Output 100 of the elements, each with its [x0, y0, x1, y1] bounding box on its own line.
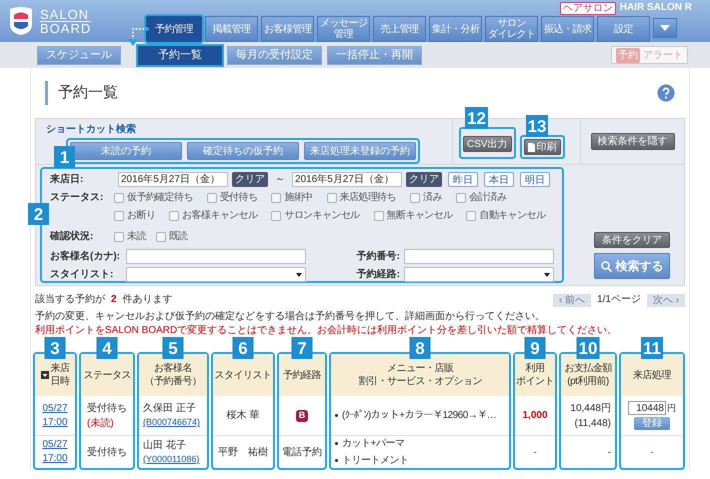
- sort-icon[interactable]: [40, 371, 48, 379]
- route-text: 電話予約: [282, 446, 322, 460]
- customer-name: 山田 花子: [143, 438, 186, 453]
- time-link[interactable]: 17:00: [42, 416, 68, 430]
- points-value: -: [533, 446, 537, 460]
- checkbox[interactable]: [114, 192, 124, 202]
- column-label: 予約経路: [283, 368, 321, 382]
- points-value: 1,000: [522, 409, 548, 423]
- checkbox-label: 無断キャンセル: [386, 208, 452, 223]
- checkbox[interactable]: [169, 210, 180, 220]
- quick-date-button[interactable]: 昨日: [448, 172, 478, 187]
- search-button[interactable]: 検索する: [594, 253, 670, 279]
- nav-tab[interactable]: お客様管理: [261, 16, 314, 42]
- checkbox[interactable]: [410, 192, 420, 202]
- subnav-tab[interactable]: 毎月の受付設定: [227, 46, 322, 64]
- csv-export-button[interactable]: CSV出力: [463, 136, 512, 152]
- clear-date-button[interactable]: クリア: [406, 172, 442, 187]
- reservation-number-link[interactable]: (B000746674): [143, 416, 200, 430]
- callout-number: 12: [465, 107, 488, 129]
- customer-name-field[interactable]: [126, 249, 306, 264]
- nav-tab[interactable]: 振込・請求: [541, 16, 594, 42]
- date-link[interactable]: 05/27: [42, 402, 68, 416]
- checkbox-label: 既読: [168, 230, 188, 244]
- alert-badge: 予約: [616, 48, 640, 62]
- logo-text: BOARD: [40, 20, 92, 34]
- callout-number: 10: [576, 337, 600, 359]
- callout-number: 11: [641, 337, 663, 359]
- nav-tab[interactable]: 売上管理: [373, 16, 426, 42]
- clear-date-button[interactable]: クリア: [232, 172, 268, 187]
- stylist-select[interactable]: [126, 267, 306, 282]
- checkbox[interactable]: [206, 192, 217, 202]
- shop-name: HAIR SALON R: [620, 3, 692, 13]
- date-to-field[interactable]: 2016年5月27日（金）: [292, 172, 402, 187]
- checkbox[interactable]: [114, 210, 124, 220]
- unread-note: (未読): [87, 416, 114, 430]
- amount-value: -: [608, 446, 611, 460]
- column-label: ステータス: [83, 368, 131, 382]
- status-text: 受付待ち: [87, 402, 127, 416]
- checkbox[interactable]: [271, 192, 282, 202]
- clear-conditions-button[interactable]: 条件をクリア: [594, 232, 670, 248]
- caret-down-icon: [544, 272, 550, 276]
- checkbox-label: 受付待ち: [220, 190, 258, 205]
- subnav-tab[interactable]: スケジュール: [37, 46, 121, 64]
- time-link[interactable]: 17:00: [42, 452, 68, 466]
- checkbox-label: 済み: [423, 190, 442, 205]
- checkbox[interactable]: [114, 232, 124, 242]
- shop-type-badge: ヘアサロン: [560, 2, 616, 14]
- amount-field[interactable]: 10448: [628, 401, 666, 415]
- checkin-text: -: [650, 446, 654, 460]
- print-button[interactable]: 印刷: [524, 139, 561, 155]
- search-icon: [600, 260, 612, 272]
- callout-number: 13: [526, 115, 548, 137]
- shortcut-button[interactable]: 未読の予約: [70, 142, 182, 160]
- column-label: 日時: [50, 375, 70, 388]
- register-button[interactable]: 登録: [634, 417, 670, 430]
- checkbox[interactable]: [466, 210, 476, 220]
- column-label: 来店: [50, 362, 70, 375]
- logo[interactable]: SALON BOARD: [8, 5, 126, 37]
- checkbox[interactable]: [456, 192, 466, 202]
- callout-number: 6: [232, 337, 254, 359]
- hide-conditions-button[interactable]: 検索条件を隠す: [590, 133, 674, 150]
- quick-date-button[interactable]: 明日: [520, 172, 550, 187]
- route-select[interactable]: [404, 267, 554, 282]
- column-label: (pt利用前): [566, 375, 610, 388]
- callout-number: 1: [54, 146, 75, 168]
- date-from-field[interactable]: 2016年5月27日（金）: [118, 172, 228, 187]
- field-label: 確認状況:: [50, 230, 94, 244]
- checkbox-label: お客様キャンセル: [182, 208, 258, 223]
- document-icon: [528, 142, 535, 152]
- menu-toggle-button[interactable]: [653, 18, 677, 38]
- unit-label: 円: [667, 402, 676, 414]
- nav-tab[interactable]: 予約管理: [146, 16, 202, 42]
- checkbox[interactable]: [326, 192, 337, 202]
- bullet-icon: [335, 414, 338, 417]
- nav-tab[interactable]: サロン ダイレクト: [485, 16, 538, 42]
- shortcut-button[interactable]: 確定待ちの仮予約: [187, 142, 299, 160]
- shortcut-button[interactable]: 来店処理未登録の予約: [304, 142, 416, 160]
- subnav-tab[interactable]: 一括停止・再開: [327, 46, 422, 64]
- amount-before-points: (11,448): [574, 416, 611, 430]
- checkbox[interactable]: [156, 232, 166, 242]
- subnav-tab[interactable]: 予約一覧: [138, 46, 222, 64]
- checkbox[interactable]: [271, 210, 282, 220]
- range-separator: ～: [274, 173, 286, 187]
- field-label: スタイリスト:: [50, 268, 114, 282]
- reservation-number-link[interactable]: (Y000011086): [143, 452, 200, 466]
- nav-tab[interactable]: 掲載管理: [205, 16, 258, 42]
- help-icon[interactable]: [657, 84, 675, 102]
- quick-date-button[interactable]: 本日: [484, 172, 514, 187]
- field-label: 予約番号:: [356, 250, 400, 264]
- nav-tab[interactable]: 集計・分析: [429, 16, 482, 42]
- stylist-name: 桜木 華: [226, 408, 260, 423]
- nav-tab[interactable]: メッセージ 管理: [317, 16, 370, 42]
- field-label: お客様名(カナ):: [50, 249, 121, 264]
- reservation-number-field[interactable]: [404, 249, 554, 264]
- nav-tab[interactable]: 設定: [597, 16, 650, 42]
- date-link[interactable]: 05/27: [42, 438, 68, 452]
- route-logo: B: [296, 410, 308, 422]
- field-label: 予約経路:: [356, 268, 400, 282]
- page-indicator: 1/1ページ: [597, 293, 641, 307]
- checkbox[interactable]: [374, 210, 384, 220]
